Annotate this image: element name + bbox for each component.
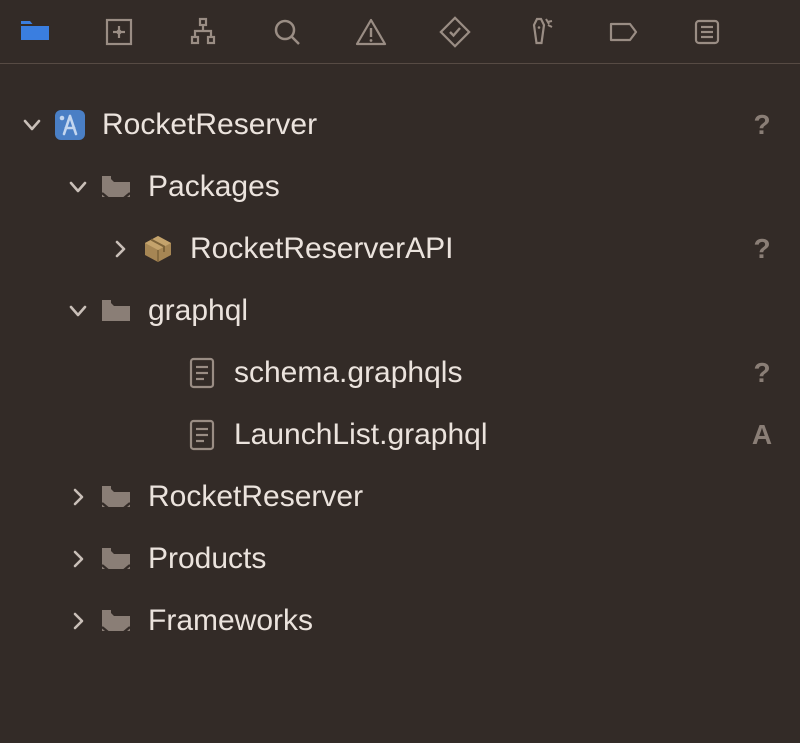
test-navigator-tab[interactable] bbox=[430, 7, 480, 57]
tree-item-api[interactable]: RocketReserverAPI? bbox=[18, 218, 782, 280]
tree-item-label: graphql bbox=[148, 294, 742, 328]
app-icon bbox=[50, 105, 90, 145]
folder-ref-icon bbox=[96, 477, 136, 517]
issue-navigator-tab[interactable] bbox=[346, 7, 396, 57]
tree-item-rocketfolder[interactable]: RocketReserver bbox=[18, 466, 782, 528]
tree-item-label: schema.graphqls bbox=[234, 356, 742, 390]
tree-item-packages[interactable]: Packages bbox=[18, 156, 782, 218]
package-icon bbox=[138, 229, 178, 269]
chevron-down-icon[interactable] bbox=[18, 111, 46, 139]
chevron-down-icon[interactable] bbox=[64, 297, 92, 325]
tree-item-label: RocketReserver bbox=[102, 108, 742, 142]
tree-item-label: Frameworks bbox=[148, 604, 742, 638]
chevron-right-icon[interactable] bbox=[64, 607, 92, 635]
chevron-down-icon[interactable] bbox=[64, 173, 92, 201]
status-badge: ? bbox=[742, 233, 782, 265]
project-tree: RocketReserver?PackagesRocketReserverAPI… bbox=[0, 64, 800, 652]
folder-icon bbox=[96, 291, 136, 331]
tree-item-label: Products bbox=[148, 542, 742, 576]
folder-ref-icon bbox=[96, 539, 136, 579]
tree-item-graphql[interactable]: graphql bbox=[18, 280, 782, 342]
file-icon bbox=[182, 353, 222, 393]
file-icon bbox=[182, 415, 222, 455]
folder-ref-icon bbox=[96, 167, 136, 207]
breakpoint-navigator-tab[interactable] bbox=[598, 7, 648, 57]
tree-item-label: LaunchList.graphql bbox=[234, 418, 742, 452]
navigator-toolbar bbox=[0, 0, 800, 64]
status-badge: ? bbox=[742, 109, 782, 141]
debug-navigator-tab[interactable] bbox=[514, 7, 564, 57]
project-navigator-tab[interactable] bbox=[10, 7, 60, 57]
tree-item-label: Packages bbox=[148, 170, 742, 204]
find-navigator-tab[interactable] bbox=[262, 7, 312, 57]
tree-item-launchlist[interactable]: LaunchList.graphqlA bbox=[18, 404, 782, 466]
tree-item-schema[interactable]: schema.graphqls? bbox=[18, 342, 782, 404]
tree-item-label: RocketReserverAPI bbox=[190, 232, 742, 266]
symbol-navigator-tab[interactable] bbox=[178, 7, 228, 57]
source-control-navigator-tab[interactable] bbox=[94, 7, 144, 57]
chevron-right-icon[interactable] bbox=[64, 545, 92, 573]
tree-item-products[interactable]: Products bbox=[18, 528, 782, 590]
chevron-right-icon[interactable] bbox=[106, 235, 134, 263]
chevron-right-icon[interactable] bbox=[64, 483, 92, 511]
tree-item-frameworks[interactable]: Frameworks bbox=[18, 590, 782, 652]
status-badge: ? bbox=[742, 357, 782, 389]
tree-item-label: RocketReserver bbox=[148, 480, 742, 514]
folder-ref-icon bbox=[96, 601, 136, 641]
status-badge: A bbox=[742, 419, 782, 451]
tree-item-root[interactable]: RocketReserver? bbox=[18, 94, 782, 156]
report-navigator-tab[interactable] bbox=[682, 7, 732, 57]
